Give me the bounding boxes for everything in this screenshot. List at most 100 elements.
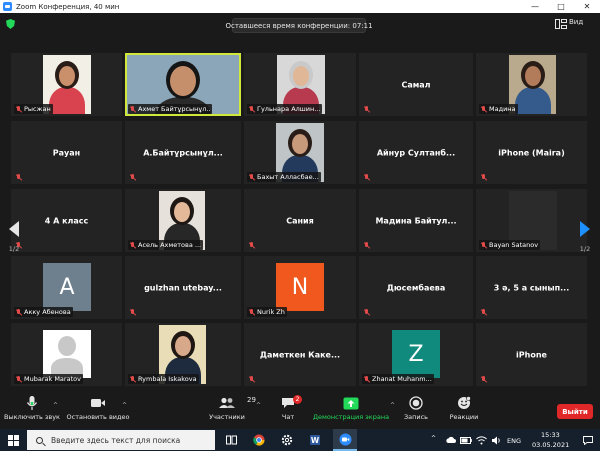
gallery-view-icon[interactable]	[555, 19, 567, 29]
participant-name-center: gulzhan utebay...	[144, 283, 222, 292]
participant-name: Асель Ахметова ...	[138, 241, 202, 249]
participant-label	[14, 172, 26, 182]
participant-tile[interactable]: Самал	[359, 53, 473, 116]
audio-options-caret[interactable]: ^	[53, 402, 58, 409]
chat-button[interactable]: 2 Чат	[275, 393, 302, 429]
language-indicator[interactable]: ENG	[507, 437, 521, 445]
participant-label: Акку Абенова	[14, 307, 73, 317]
participant-tile[interactable]: Рысжан	[11, 53, 122, 116]
participant-tile[interactable]: Ахмет Байтұрсынұл...	[125, 53, 241, 116]
participant-label	[247, 374, 259, 384]
participant-tile[interactable]: Z Zhanat Muhanm...	[359, 323, 473, 386]
next-page-button[interactable]: 1/2	[578, 212, 592, 262]
participant-tile[interactable]: iPhone (Maira)	[476, 121, 587, 184]
participant-label	[479, 307, 491, 317]
participants-options-caret[interactable]: ^	[256, 402, 261, 409]
reactions-button[interactable]: Реакции	[448, 393, 480, 429]
muted-mic-icon	[130, 173, 136, 181]
prev-page-button[interactable]: 1/2	[7, 212, 21, 262]
muted-mic-icon	[130, 308, 136, 316]
participant-tile[interactable]: Даметкен Каке...	[244, 323, 356, 386]
participant-label: Гульнара Алшин...	[247, 104, 323, 114]
view-button[interactable]: Вид	[569, 18, 583, 26]
participant-tile[interactable]: Айнур Султанб...	[359, 121, 473, 184]
muted-mic-icon	[481, 173, 487, 181]
participant-tile[interactable]: Bayan Satanov	[476, 189, 587, 252]
participant-tile[interactable]: Мадина Байтул...	[359, 189, 473, 252]
participant-tile[interactable]: Гульнара Алшин...	[244, 53, 356, 116]
participant-tile[interactable]: Асель Ахметова ...	[125, 189, 241, 252]
participant-tile[interactable]: Сания	[244, 189, 356, 252]
taskbar-search-input[interactable]: Введите здесь текст для поиска	[27, 430, 215, 450]
participant-tile[interactable]: 3 ә, 5 а сынып...	[476, 256, 587, 319]
participant-name: Мадина	[489, 105, 516, 113]
muted-mic-icon	[364, 241, 370, 249]
participant-tile[interactable]: A Акку Абенова	[11, 256, 122, 319]
participant-label: Mubarak Maratov	[14, 374, 83, 384]
notifications-icon[interactable]	[578, 429, 598, 451]
participant-label	[362, 104, 374, 114]
zoom-logo-icon	[3, 2, 12, 11]
muted-mic-icon	[481, 105, 487, 113]
participant-name: Бахыт Алласбае...	[257, 173, 319, 181]
muted-mic-icon	[130, 375, 136, 383]
participant-tile[interactable]: iPhone	[476, 323, 587, 386]
tray-chevron-icon[interactable]: ^	[431, 435, 436, 442]
task-view-icon[interactable]	[219, 429, 243, 451]
close-button[interactable]: ✕	[574, 0, 600, 13]
security-shield-icon[interactable]	[6, 19, 15, 29]
minimize-button[interactable]: —	[522, 0, 548, 13]
share-options-caret[interactable]: ^	[390, 402, 395, 409]
participant-label: Nurik Zh	[247, 307, 287, 317]
cloud-icon[interactable]	[443, 429, 457, 451]
participant-tile[interactable]: Mubarak Maratov	[11, 323, 122, 386]
participant-tile[interactable]: gulzhan utebay...	[125, 256, 241, 319]
record-button[interactable]: Запись	[402, 393, 430, 429]
participants-button[interactable]: 29 Участники	[206, 393, 256, 429]
participant-name-center: Айнур Султанб...	[376, 148, 456, 157]
participant-tile[interactable]: Бахыт Алласбае...	[244, 121, 356, 184]
maximize-button[interactable]: □	[548, 0, 574, 13]
participant-tile[interactable]: А.Байтұрсынұл...	[125, 121, 241, 184]
meeting-time-left: Оставшееся время конференции: 07:11	[225, 18, 373, 33]
muted-mic-icon	[16, 173, 22, 181]
muted-mic-icon	[249, 173, 255, 181]
participant-tile[interactable]: Мадина	[476, 53, 587, 116]
participant-tile[interactable]: N Nurik Zh	[244, 256, 356, 319]
word-icon[interactable]: W	[303, 429, 327, 451]
chat-badge: 2	[293, 395, 302, 404]
participant-tile[interactable]: Рауан	[11, 121, 122, 184]
participant-name-center: Даметкен Каке...	[259, 350, 341, 359]
participant-name: Zhanat Muhanm...	[372, 375, 432, 383]
wifi-icon[interactable]	[474, 429, 488, 451]
stop-video-button[interactable]: Остановить видео	[67, 393, 129, 429]
chrome-icon[interactable]	[247, 429, 271, 451]
participant-name-center: 3 ә, 5 а сынып...	[493, 283, 570, 292]
participant-label	[362, 172, 374, 182]
avatar	[43, 330, 91, 378]
participant-label: Бахыт Алласбае...	[247, 172, 321, 182]
title-bar: Zoom Конференция, 40 мин — □ ✕	[0, 0, 600, 13]
participant-name: Bayan Satanov	[489, 241, 539, 249]
windows-start-icon[interactable]	[0, 429, 26, 451]
leave-meeting-button[interactable]: Выйти	[557, 404, 593, 419]
settings-gear-icon[interactable]	[275, 429, 299, 451]
participant-label: Zhanat Muhanm...	[362, 374, 434, 384]
share-screen-button[interactable]: Демонстрация экрана	[313, 393, 389, 429]
clock-time[interactable]: 15:33	[541, 431, 560, 439]
zoom-taskbar-icon[interactable]	[333, 429, 357, 451]
participant-tile[interactable]: Дюсембаева	[359, 256, 473, 319]
participant-label: Асель Ахметова ...	[128, 240, 204, 250]
video-options-caret[interactable]: ^	[122, 402, 127, 409]
muted-mic-icon	[481, 308, 487, 316]
mute-button[interactable]: Выключить звук	[4, 393, 60, 429]
participant-tile[interactable]: 4 А класс	[11, 189, 122, 252]
share-screen-icon	[343, 393, 359, 413]
zoom-window: Zoom Конференция, 40 мин — □ ✕ Оставшеес…	[0, 0, 600, 451]
participant-tile[interactable]: Rymbala Iskakova	[125, 323, 241, 386]
participant-label: Ахмет Байтұрсынұл...	[128, 104, 212, 114]
participant-label: Bayan Satanov	[479, 240, 541, 250]
clock-date[interactable]: 03.05.2021	[532, 441, 569, 449]
battery-icon[interactable]	[459, 429, 473, 451]
volume-icon[interactable]	[489, 429, 503, 451]
